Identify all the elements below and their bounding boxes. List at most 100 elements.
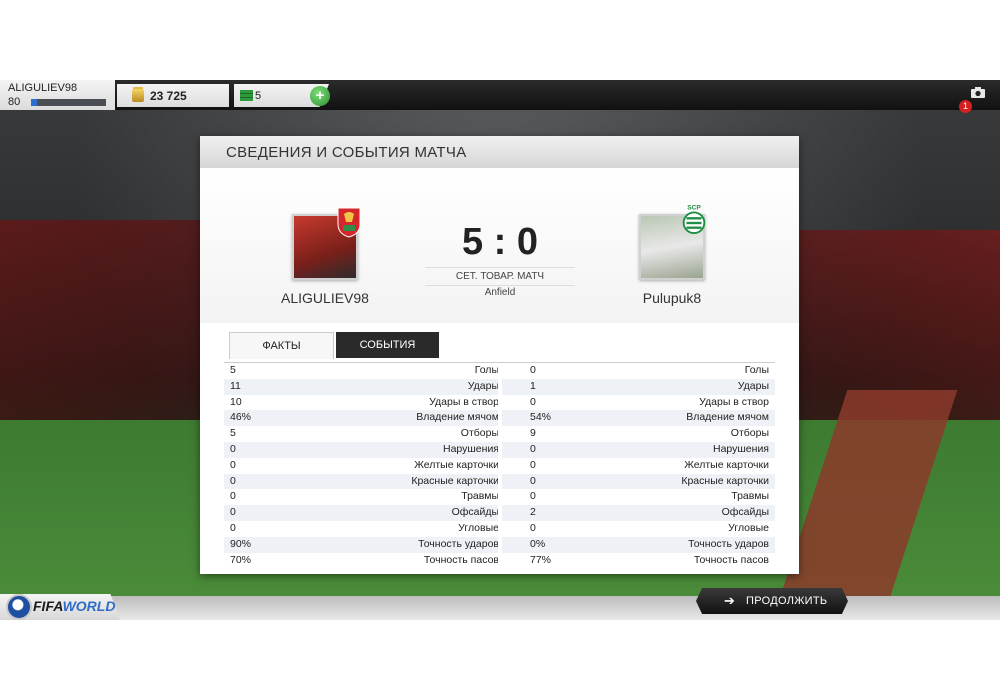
match-score: 5 : 0 <box>461 221 539 263</box>
column-divider <box>498 378 502 395</box>
away-stat-label: Голы <box>744 364 769 376</box>
continue-button[interactable]: ➔ ПРОДОЛЖИТЬ <box>696 588 848 614</box>
stat-row: 46% Владение мячом 54% Владение мячом <box>224 410 775 427</box>
home-stat-value: 5 <box>230 364 236 376</box>
column-divider <box>498 473 502 490</box>
stat-row: 0 Травмы 0 Травмы <box>224 489 775 506</box>
away-stat-label: Удары <box>737 379 769 392</box>
buy-points-button[interactable]: + <box>310 86 330 106</box>
away-stat-label: Точность ударов <box>688 537 769 550</box>
stat-row: 70% Точность пасов 77% Точность пасов <box>224 552 775 569</box>
liverpool-crest-icon <box>337 207 361 238</box>
column-divider <box>498 552 502 569</box>
player-name: ALIGULIEV98 <box>8 82 78 94</box>
home-stat-value: 0 <box>230 458 236 471</box>
home-stat-value: 0 <box>230 521 236 534</box>
away-stat-label: Удары в створ <box>699 395 769 408</box>
column-divider <box>498 363 502 379</box>
coins-value: 23 725 <box>150 89 187 103</box>
tab-events[interactable]: СОБЫТИЯ <box>336 332 439 358</box>
fifa-points-icon <box>240 90 253 101</box>
home-stat-label: Владение мячом <box>416 411 499 424</box>
xp-progress-bar <box>31 99 106 106</box>
coin-stack-icon <box>132 89 144 102</box>
continue-label: ПРОДОЛЖИТЬ <box>746 595 828 607</box>
home-team-name: ALIGULIEV98 <box>281 290 369 306</box>
xp-progress-fill <box>31 99 37 106</box>
away-stat-label: Точность пасов <box>693 553 769 566</box>
home-stat-label: Офсайды <box>451 506 499 519</box>
home-stat-value: 0 <box>230 506 236 519</box>
stat-row: 0 Желтые карточки 0 Желтые карточки <box>224 457 775 474</box>
home-stat-label: Удары в створ <box>429 395 499 408</box>
away-stat-value: 0 <box>530 490 536 503</box>
stat-row: 0 Угловые 0 Угловые <box>224 520 775 537</box>
home-stat-label: Голы <box>474 364 499 376</box>
away-stat-value: 1 <box>530 379 536 392</box>
home-stat-label: Точность ударов <box>418 537 499 550</box>
camera-icon[interactable] <box>971 87 985 98</box>
away-stat-value: 9 <box>530 427 536 440</box>
stadium-name: Anfield <box>484 287 516 298</box>
column-divider <box>498 426 502 442</box>
tab-facts[interactable]: ФАКТЫ <box>229 332 334 359</box>
away-team-name: Pulupuk8 <box>642 290 702 306</box>
home-stat-value: 0 <box>230 474 236 487</box>
away-stat-value: 2 <box>530 506 536 519</box>
away-stat-value: 0% <box>530 537 546 550</box>
fifa-world-logo: FIFAWORLD <box>33 598 115 614</box>
away-stat-value: 0 <box>530 474 536 487</box>
stat-row: 11 Удары 1 Удары <box>224 378 775 395</box>
home-stat-label: Удары <box>467 379 499 392</box>
logo-suffix: WORLD <box>62 598 116 614</box>
notification-badge[interactable]: 1 <box>959 100 972 113</box>
points-value: 5 <box>255 90 262 102</box>
away-stat-value: 0 <box>530 395 536 408</box>
stat-row: 90% Точность ударов 0% Точность ударов <box>224 536 775 553</box>
home-stat-label: Точность пасов <box>423 553 499 566</box>
sporting-crest-icon: SCP <box>682 205 706 235</box>
away-stat-label: Желтые карточки <box>684 458 769 471</box>
column-divider <box>498 441 502 458</box>
stat-row: 0 Нарушения 0 Нарушения <box>224 441 775 458</box>
home-stat-value: 0 <box>230 490 236 503</box>
stats-table: 5 Голы 0 Голы 11 Удары 1 Удары 10 Удары в створ 0 У… <box>224 362 775 569</box>
away-stat-label: Владение мячом <box>686 411 769 424</box>
logo-prefix: FIFA <box>33 598 63 614</box>
away-stat-label: Отборы <box>730 427 769 440</box>
arrow-right-icon: ➔ <box>724 593 735 608</box>
away-stat-value: 0 <box>530 364 536 376</box>
home-stat-value: 5 <box>230 427 236 440</box>
home-stat-value: 10 <box>230 395 242 408</box>
home-stat-label: Угловые <box>458 521 499 534</box>
away-stat-value: 0 <box>530 521 536 534</box>
panel-header: СВЕДЕНИЯ И СОБЫТИЯ МАТЧА <box>200 136 799 168</box>
match-type: СЕТ. ТОВАР. МАТЧ <box>425 267 575 286</box>
bottom-bar <box>0 596 1000 620</box>
home-stat-label: Травмы <box>461 490 499 503</box>
svg-text:SCP: SCP <box>687 205 701 212</box>
away-stat-value: 0 <box>530 442 536 455</box>
home-stat-value: 70% <box>230 553 252 566</box>
home-stat-label: Красные карточки <box>411 474 499 487</box>
column-divider <box>498 457 502 474</box>
home-stat-label: Отборы <box>460 427 499 440</box>
panel-title: СВЕДЕНИЯ И СОБЫТИЯ МАТЧА <box>226 144 467 161</box>
away-stat-label: Офсайды <box>721 506 769 519</box>
player-level: 80 <box>8 96 21 108</box>
column-divider <box>498 505 502 521</box>
stat-row: 10 Удары в створ 0 Удары в створ <box>224 394 775 411</box>
stat-row: 0 Офсайды 2 Офсайды <box>224 505 775 521</box>
away-stat-value: 77% <box>530 553 552 566</box>
ea-sports-logo <box>6 594 32 620</box>
home-stat-label: Нарушения <box>442 442 499 455</box>
home-stat-label: Желтые карточки <box>414 458 499 471</box>
column-divider <box>498 536 502 553</box>
match-facts-panel: СВЕДЕНИЯ И СОБЫТИЯ МАТЧА ALIGULIEV98 5 :… <box>200 136 799 574</box>
home-stat-value: 11 <box>230 379 241 392</box>
away-stat-value: 54% <box>530 411 552 424</box>
home-stat-value: 46% <box>230 411 252 424</box>
home-stat-value: 90% <box>230 537 252 550</box>
away-stat-label: Травмы <box>731 490 769 503</box>
column-divider <box>498 520 502 537</box>
